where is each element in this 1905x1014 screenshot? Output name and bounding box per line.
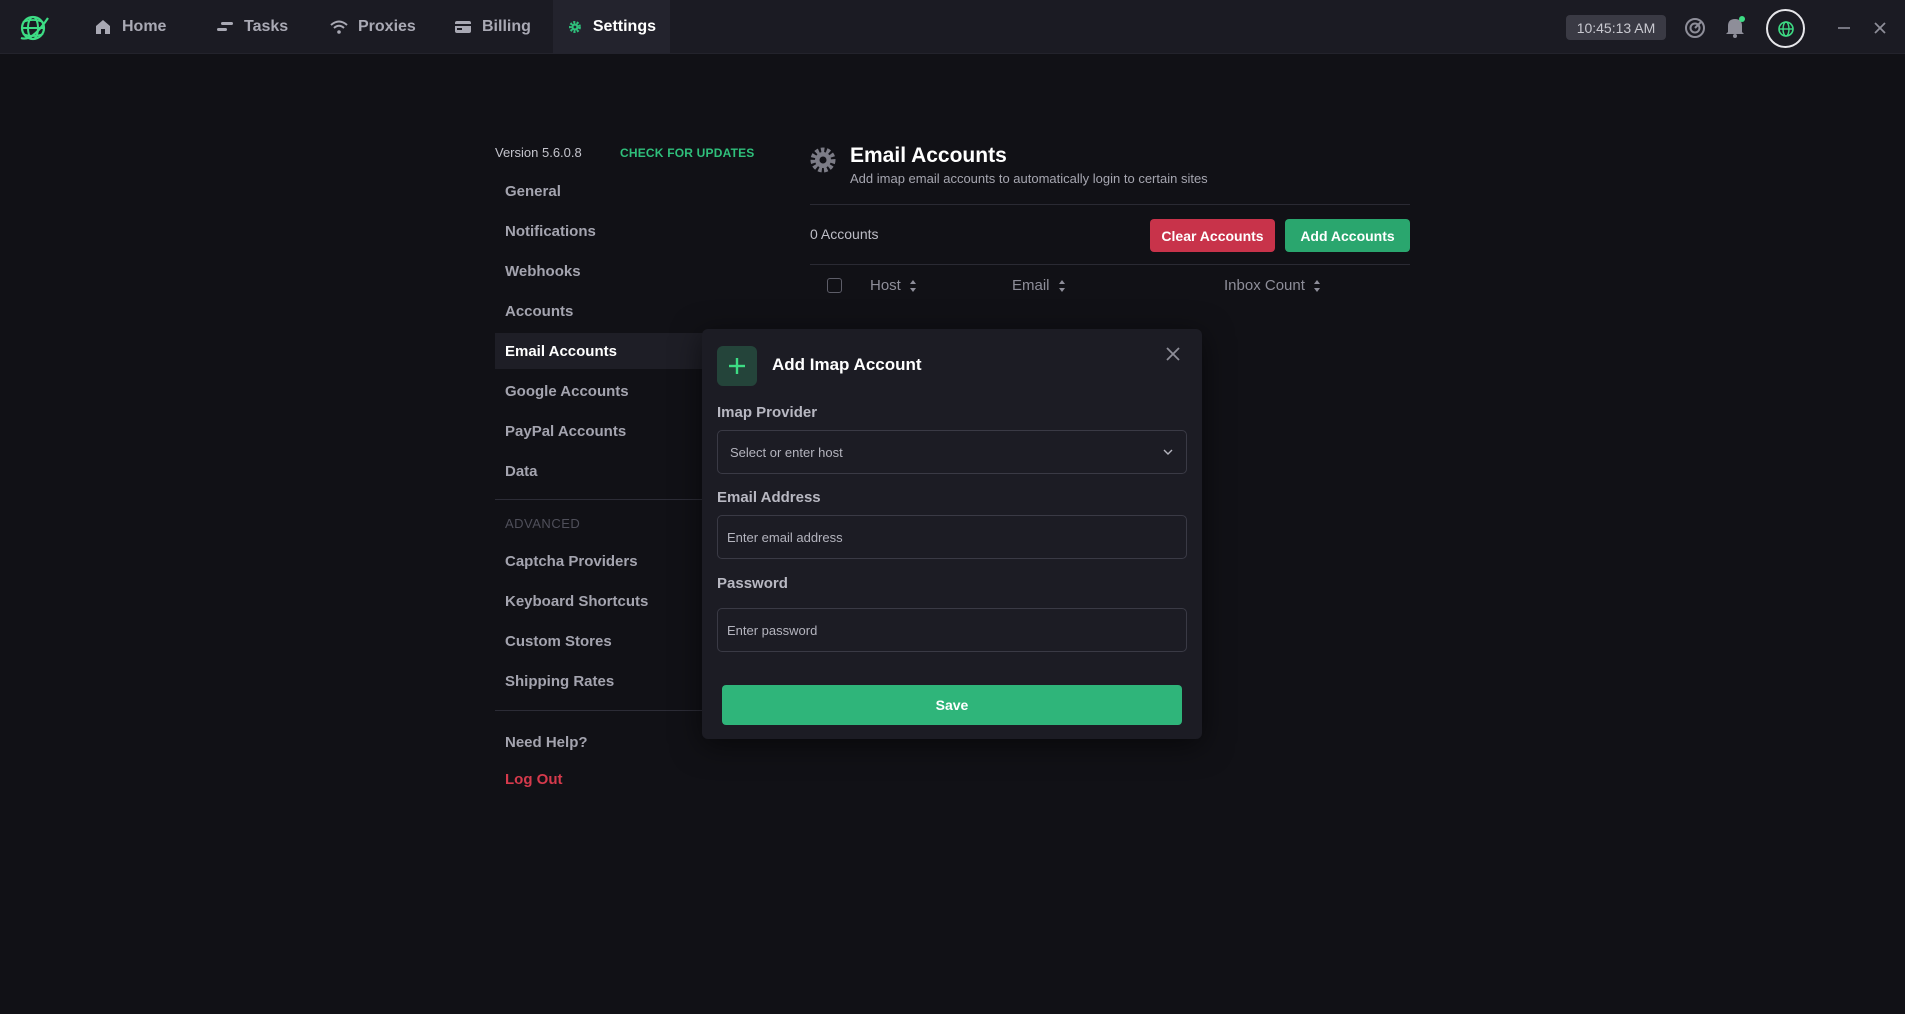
sidebar-item-general[interactable]: General: [495, 173, 745, 209]
select-all-checkbox[interactable]: [827, 278, 842, 293]
billing-icon: [455, 21, 471, 33]
close-icon[interactable]: [1162, 343, 1184, 365]
globe-logo-icon[interactable]: [18, 12, 50, 44]
save-button[interactable]: Save: [722, 685, 1182, 725]
modal-plus-badge: [717, 346, 757, 386]
column-email-label: Email: [1012, 277, 1050, 294]
wifi-icon: [330, 20, 348, 34]
nav-proxies[interactable]: Proxies: [316, 0, 430, 54]
minimize-icon[interactable]: [1836, 20, 1852, 36]
avatar[interactable]: [1766, 9, 1805, 48]
modal-title: Add Imap Account: [772, 355, 922, 374]
password-field[interactable]: [717, 608, 1187, 652]
sidebar-item-accounts[interactable]: Accounts: [495, 293, 745, 329]
sidebar-item-webhooks[interactable]: Webhooks: [495, 253, 745, 289]
add-accounts-button[interactable]: Add Accounts: [1285, 219, 1410, 252]
header-divider: [810, 204, 1410, 205]
nav-billing-label: Billing: [482, 18, 531, 35]
nav-tasks[interactable]: Tasks: [202, 0, 302, 54]
imap-provider-placeholder: Select or enter host: [730, 444, 843, 460]
toolbar-divider: [810, 264, 1410, 265]
analytics-icon[interactable]: [1684, 17, 1706, 39]
page-title: Email Accounts: [850, 144, 1007, 167]
home-icon: [96, 20, 110, 34]
bell-icon[interactable]: [1724, 15, 1746, 39]
email-field[interactable]: [717, 515, 1187, 559]
advanced-heading: ADVANCED: [505, 516, 581, 531]
password-label: Password: [717, 575, 788, 592]
sort-icon: [1313, 279, 1320, 292]
globe-avatar-icon: [1777, 20, 1794, 37]
logout-link[interactable]: Log Out: [495, 761, 745, 797]
account-count: 0 Accounts: [810, 226, 879, 242]
tasks-icon: [217, 22, 233, 31]
chevron-down-icon: [1163, 449, 1173, 455]
nav-tasks-label: Tasks: [244, 18, 289, 35]
column-inbox-count-label: Inbox Count: [1224, 277, 1305, 294]
sidebar-item-notifications[interactable]: Notifications: [495, 213, 745, 249]
page-subtitle: Add imap email accounts to automatically…: [850, 171, 1208, 186]
nav-home[interactable]: Home: [80, 0, 180, 54]
add-imap-modal: Add Imap Account Imap Provider Select or…: [702, 329, 1202, 739]
nav-billing[interactable]: Billing: [440, 0, 545, 54]
clock-display: 10:45:13 AM: [1566, 15, 1666, 40]
settings-gear-icon: [810, 147, 836, 173]
imap-provider-label: Imap Provider: [717, 404, 818, 421]
sort-icon: [1058, 279, 1065, 292]
column-host[interactable]: Host: [870, 277, 917, 294]
imap-provider-select[interactable]: Select or enter host: [717, 430, 1187, 474]
gear-icon: [568, 21, 581, 33]
check-updates-link[interactable]: CHECK FOR UPDATES: [620, 146, 755, 160]
column-inbox-count[interactable]: Inbox Count: [1224, 277, 1321, 294]
column-host-label: Host: [870, 277, 901, 294]
nav-home-label: Home: [122, 18, 167, 35]
email-address-label: Email Address: [717, 489, 821, 506]
nav-proxies-label: Proxies: [358, 18, 416, 35]
nav-settings-label: Settings: [592, 18, 656, 35]
top-bar: Home Tasks Proxies Billing Settings 10:4…: [0, 0, 1905, 54]
nav-settings[interactable]: Settings: [553, 0, 670, 54]
column-email[interactable]: Email: [1012, 277, 1066, 294]
version-label: Version 5.6.0.8: [495, 145, 582, 160]
plus-icon: [729, 358, 745, 374]
close-window-icon[interactable]: [1872, 20, 1888, 36]
clear-accounts-button[interactable]: Clear Accounts: [1150, 219, 1275, 252]
sort-icon: [909, 279, 916, 292]
